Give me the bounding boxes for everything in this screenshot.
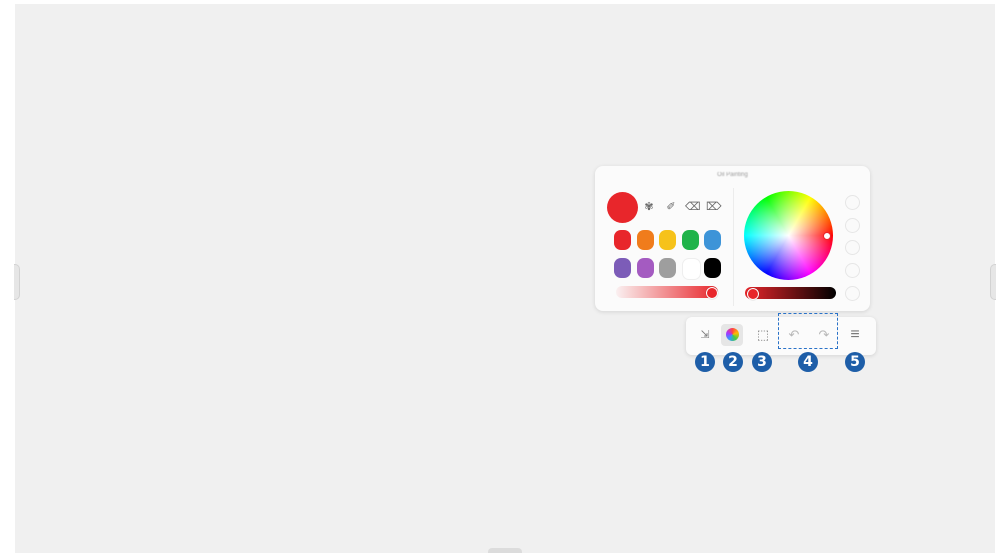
brush-settings-panel: Oil Painting ✾ ✐ ⌫ ⌦	[595, 166, 870, 311]
brightness-slider-knob[interactable]	[747, 288, 759, 300]
pen-icon[interactable]: ✐	[664, 200, 678, 214]
current-color-indicator[interactable]	[607, 192, 638, 223]
swatch-indigo[interactable]	[614, 258, 631, 278]
callout-badge-1: 1	[695, 352, 715, 372]
callout-badge-3: 3	[752, 352, 772, 372]
opacity-slider[interactable]	[616, 286, 718, 298]
undo-icon[interactable]: ↶	[783, 324, 805, 346]
panel-divider	[733, 188, 734, 306]
drawing-toolbar: ⇲ ⬚ ↶ ↷ ≡	[686, 313, 876, 355]
collapse-icon[interactable]: ⇲	[694, 324, 716, 346]
custom-color-slot[interactable]	[845, 218, 860, 233]
swatch-yellow[interactable]	[659, 230, 676, 250]
swatch-purple[interactable]	[637, 258, 654, 278]
swatch-orange[interactable]	[637, 230, 654, 250]
bottom-edge-handle[interactable]	[488, 548, 522, 553]
brush-fan-icon[interactable]: ✾	[642, 200, 656, 214]
redo-icon[interactable]: ↷	[813, 324, 835, 346]
color-wheel-knob[interactable]	[823, 232, 831, 240]
callout-badge-5: 5	[845, 352, 865, 372]
left-edge-handle[interactable]	[14, 264, 20, 300]
swatch-white[interactable]	[682, 258, 701, 280]
eraser-icon[interactable]: ⌫	[685, 200, 701, 214]
custom-color-slot[interactable]	[845, 240, 860, 255]
selection-icon[interactable]: ⬚	[752, 324, 774, 346]
custom-color-slot[interactable]	[845, 195, 860, 210]
swatch-gray[interactable]	[659, 258, 676, 278]
opacity-slider-knob[interactable]	[706, 287, 718, 299]
swatch-green[interactable]	[682, 230, 699, 250]
color-palette-button[interactable]	[721, 324, 743, 346]
right-edge-handle[interactable]	[990, 264, 996, 300]
panel-title: Oil Painting	[717, 172, 748, 178]
color-wheel[interactable]	[744, 191, 833, 280]
color-palette-icon	[725, 328, 739, 341]
custom-color-slot[interactable]	[845, 286, 860, 301]
custom-color-slot[interactable]	[845, 263, 860, 278]
menu-icon[interactable]: ≡	[844, 324, 866, 346]
swatch-black[interactable]	[704, 258, 721, 278]
swatch-red[interactable]	[614, 230, 631, 250]
clear-eraser-icon[interactable]: ⌦	[706, 200, 722, 214]
callout-badge-2: 2	[723, 352, 743, 372]
swatch-blue[interactable]	[704, 230, 721, 250]
callout-badge-4: 4	[798, 352, 818, 372]
